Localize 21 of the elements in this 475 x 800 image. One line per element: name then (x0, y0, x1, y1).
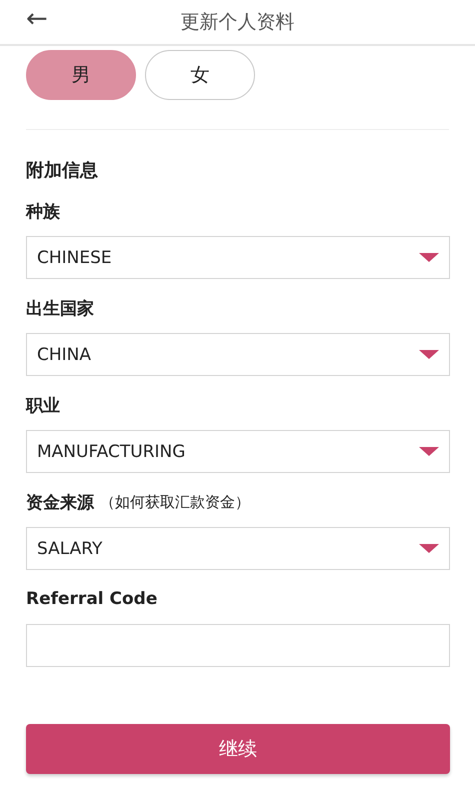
field-hint: （如何获取汇款资金） (100, 492, 250, 512)
field-label: Referral Code (26, 588, 158, 611)
back-button[interactable]: ← (22, 4, 52, 34)
dropdown-field[interactable]: SALARY (26, 527, 450, 570)
gender-option[interactable]: 女 (145, 50, 255, 100)
field-label: 出生国家 (26, 298, 95, 320)
field-label: 种族 (26, 200, 61, 223)
section-title: 附加信息 (25, 159, 99, 182)
field-label: 资金来源 (26, 492, 94, 514)
caret-icon (419, 252, 439, 262)
gender-option[interactable]: 男 (26, 50, 136, 100)
caret-icon (419, 350, 439, 360)
page-title: 更新个人资料 (180, 10, 294, 35)
dropdown-field[interactable]: CHINA (26, 333, 450, 376)
caret-icon (419, 446, 439, 456)
caret-icon (419, 544, 439, 554)
input-field[interactable] (26, 624, 450, 667)
continue-button[interactable]: 继续 (26, 724, 450, 774)
dropdown-field[interactable]: MANUFACTURING (26, 430, 450, 473)
dropdown-field[interactable]: CHINESE (26, 236, 450, 279)
field-label: 职业 (26, 394, 61, 417)
